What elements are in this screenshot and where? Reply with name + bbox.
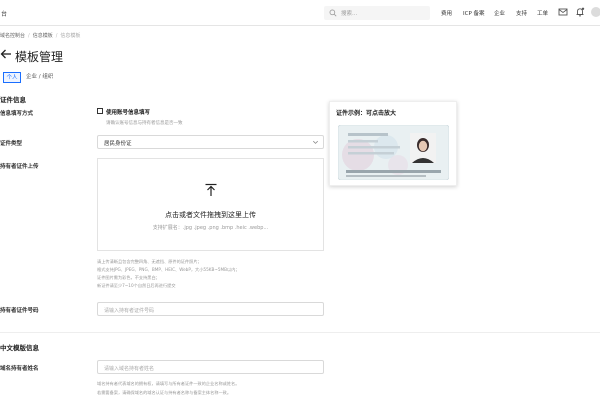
chevron-down-icon <box>313 140 318 144</box>
fill-method-label: 信息填写方式 <box>0 111 34 117</box>
nav-fees[interactable]: 费用 <box>441 9 452 17</box>
requirement-item: 格式支持JPG、JPEG、PNG、BMP、HEIC、WebP，大小55KB~5M… <box>97 267 240 272</box>
cert-type-value: 居民身份证 <box>104 141 132 147</box>
cert-upload-dropzone[interactable]: 点击或者文件拖拽到这里上传 支持扩展名：.jpg .jpeg .png .bmp… <box>97 158 324 251</box>
upload-requirements: 请上传清晰且包含完整四角、无遮挡、原件的证件照片； 格式支持JPG、JPEG、P… <box>97 258 240 290</box>
bell-icon[interactable] <box>575 7 585 17</box>
upload-extensions: 支持扩展名：.jpg .jpeg .png .bmp .heic .webp..… <box>152 225 269 231</box>
owner-name-input[interactable]: 请输入域名持有者姓名 <box>97 360 324 374</box>
search-icon <box>329 9 337 17</box>
console-link[interactable]: 台 <box>1 9 7 18</box>
search-placeholder: 搜索... <box>341 11 358 17</box>
requirement-item: 新证件请至少7~10个自然日后再进行提交 <box>97 283 176 288</box>
arrow-left-icon[interactable] <box>0 48 12 60</box>
section-cn-template: 中文模版信息 <box>0 344 39 352</box>
requirement-item: 请上传清晰且包含完整四角、无遮挡、原件的证件照片； <box>97 259 202 264</box>
requirement-item: 证件图片需为彩色，不支持黑白； <box>97 275 160 280</box>
note-item: 域名持有者代表域名的拥有权，请填写与所有者证件一致的企业名称或姓名。 <box>97 381 240 386</box>
use-account-help: 请确认账号信息与持有者信息是否一致 <box>106 121 183 126</box>
nav-support[interactable]: 支持 <box>516 9 527 17</box>
breadcrumb-item[interactable]: 域名控制台 <box>0 33 25 39</box>
note-item: 若需要备案，请确保域名的域名认证与持有者名称与备案主体名称一致。 <box>97 390 232 395</box>
breadcrumb-current: 信息模板 <box>60 33 81 39</box>
section-cert-info: 证件信息 <box>0 96 26 104</box>
cert-example-card[interactable]: 证件示例：可点击放大 <box>329 101 457 186</box>
user-avatar[interactable] <box>591 7 600 17</box>
breadcrumb-item[interactable]: 信息模板 <box>33 33 53 39</box>
use-account-checkbox[interactable] <box>97 108 103 114</box>
example-title: 证件示例：可点击放大 <box>336 110 397 117</box>
owner-name-notes: 域名持有者代表域名的拥有权，请填写与所有者证件一致的企业名称或姓名。 若需要备案… <box>97 379 239 397</box>
cert-type-label: 证件类型 <box>0 141 23 147</box>
cert-number-input[interactable]: 请输入持有者证件号码 <box>97 302 324 316</box>
owner-name-placeholder: 请输入域名持有者姓名 <box>104 365 155 372</box>
cert-type-select[interactable]: 居民身份证 <box>97 135 324 149</box>
nav-ticket[interactable]: 工单 <box>537 9 548 17</box>
breadcrumb: 域名控制台 / 信息模板 / 信息模板 <box>0 33 81 39</box>
upload-label: 持有者证件上传 <box>0 164 39 170</box>
mail-icon[interactable] <box>558 7 568 17</box>
upload-main-text: 点击或者文件拖拽到这里上传 <box>165 211 256 219</box>
tab-enterprise[interactable]: 企业 / 组织 <box>22 72 57 83</box>
search-input[interactable]: 搜索... <box>324 6 430 20</box>
owner-name-label: 域名持有者姓名 <box>0 366 39 372</box>
section-divider <box>0 332 600 333</box>
id-card-sample-image[interactable] <box>338 125 449 180</box>
cert-number-placeholder: 请输入持有者证件号码 <box>104 307 155 314</box>
tab-individual[interactable]: 个人 <box>3 72 21 83</box>
upload-icon <box>205 183 217 196</box>
use-account-checkbox-label[interactable]: 使用账号信息填写 <box>106 108 150 116</box>
top-navigation-bar: 台 搜索... 费用 ICP 备案 企业 支持 工单 <box>0 0 600 26</box>
page-title: 模板管理 <box>15 50 64 64</box>
cert-number-label: 持有者证件号码 <box>0 308 39 314</box>
nav-enterprise[interactable]: 企业 <box>494 9 505 17</box>
nav-icp[interactable]: ICP 备案 <box>463 9 485 17</box>
